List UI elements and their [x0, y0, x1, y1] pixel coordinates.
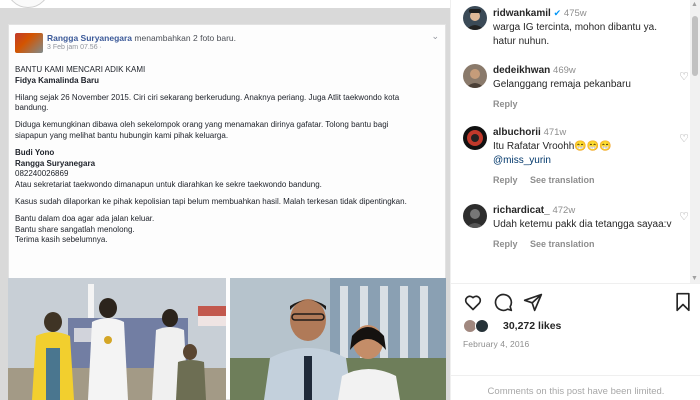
comment-time[interactable]: 469w: [553, 65, 576, 76]
fb-text-line: Bantu dalam doa agar ada jalan keluar.: [15, 213, 155, 223]
heart-icon[interactable]: [463, 292, 483, 312]
fb-text-line: Atau sekretariat taekwondo dimanapun unt…: [15, 180, 322, 190]
family-photo: [230, 278, 446, 400]
liker-avatar[interactable]: [475, 319, 489, 333]
avatar[interactable]: [463, 204, 487, 228]
comment-username[interactable]: richardicat_: [493, 205, 550, 216]
see-translation-button[interactable]: See translation: [530, 239, 595, 249]
fb-text-line: bandung.: [15, 103, 49, 113]
fb-text-line: Bantu share sangatlah menolong.: [15, 224, 135, 234]
reply-button[interactable]: Reply: [493, 99, 518, 109]
fb-text-line: BANTU KAMI MENCARI ADIK KAMI: [15, 65, 146, 74]
image-top-strip: [0, 0, 450, 8]
comment-time[interactable]: 475w: [564, 8, 587, 19]
reply-button[interactable]: Reply: [493, 239, 518, 249]
fb-author: Rangga Suryanegara: [47, 33, 133, 43]
comment-text: Itu Rafatar Vroohh😁😁😁: [493, 141, 612, 152]
fb-text-line: Kasus sudah dilaporkan ke pihak kepolisi…: [15, 197, 407, 206]
share-icon[interactable]: [523, 292, 543, 312]
post-actions: 30,272 likes February 4, 2016 Comments o…: [451, 283, 700, 400]
comment-username[interactable]: albuchorii: [493, 127, 541, 138]
comment-body: albuchorii 471w Itu Rafatar Vroohh😁😁😁 @m…: [493, 126, 673, 187]
post-image: Rangga Suryanegara menambahkan 2 foto ba…: [0, 0, 450, 400]
comment-icon[interactable]: [493, 292, 513, 312]
fb-author-line: Rangga Suryanegara menambahkan 2 foto ba…: [47, 33, 236, 43]
see-translation-button[interactable]: See translation: [530, 175, 595, 185]
comment-time[interactable]: 472w: [552, 205, 575, 216]
comment-username[interactable]: ridwankamil: [493, 8, 551, 19]
comment-time[interactable]: 471w: [544, 127, 567, 138]
fb-text-line: Fidya Kamalinda Baru: [15, 75, 100, 85]
heart-icon[interactable]: ♡: [679, 210, 689, 223]
heart-icon[interactable]: ♡: [679, 70, 689, 83]
comments-limited-notice: Comments on this post have been limited.: [451, 375, 700, 397]
comment-username[interactable]: dedeikhwan: [493, 65, 550, 76]
comment-text: warga IG tercinta, mohon dibantu ya. hat…: [493, 22, 657, 47]
mention-link[interactable]: @miss_yurin: [493, 154, 673, 168]
comments-list[interactable]: ridwankamil ✔ 475w warga IG tercinta, mo…: [451, 0, 691, 283]
fb-timestamp: 3 Feb jam 07.56 ·: [47, 44, 102, 51]
fb-text-line: Budi Yono: [15, 147, 55, 157]
podium-photo: [8, 278, 226, 400]
comment-text: Udah ketemu pakk dia tetangga sayaa:v: [493, 219, 672, 230]
fb-text-line: Terima kasih sebelumnya.: [15, 235, 108, 245]
reply-button[interactable]: Reply: [493, 175, 518, 185]
heart-icon[interactable]: ♡: [679, 132, 689, 145]
avatar[interactable]: [463, 64, 487, 88]
comments-scrollbar[interactable]: ▲ ▼: [690, 0, 700, 283]
fb-text-line: Diduga kemungkinan dibawa oleh sekelompo…: [15, 120, 389, 130]
fb-action: menambahkan 2 foto baru.: [134, 33, 236, 43]
scrollbar-thumb[interactable]: [692, 16, 698, 76]
comment-text: Gelanggang remaja pekanbaru: [493, 79, 631, 90]
fb-avatar: [15, 33, 43, 53]
verified-badge-icon: ✔: [553, 8, 562, 18]
fb-text-line: siapapun yang melihat bantu hubungin kam…: [15, 131, 229, 140]
chevron-down-icon: ⌄: [431, 31, 439, 41]
comment-body: richardicat_ 472w Udah ketemu pakk dia t…: [493, 204, 673, 251]
fb-text-line: Hilang sejak 26 November 2015. Ciri ciri…: [15, 92, 400, 102]
scroll-up-icon[interactable]: ▲: [691, 1, 698, 8]
likes-count[interactable]: 30,272 likes: [503, 320, 561, 332]
comment-body: ridwankamil ✔ 475w warga IG tercinta, mo…: [493, 6, 673, 49]
avatar[interactable]: [463, 126, 487, 150]
fb-text-line: 082240026869: [15, 169, 69, 179]
comment-body: dedeikhwan 469w Gelanggang remaja pekanb…: [493, 64, 673, 111]
scroll-down-icon[interactable]: ▼: [691, 275, 698, 282]
avatar[interactable]: [463, 6, 487, 30]
bookmark-icon[interactable]: [673, 292, 693, 312]
fb-text-line: Rangga Suryanegara: [15, 158, 96, 168]
instagram-side-panel: ridwankamil ✔ 475w warga IG tercinta, mo…: [450, 0, 700, 400]
post-date[interactable]: February 4, 2016: [463, 339, 529, 349]
